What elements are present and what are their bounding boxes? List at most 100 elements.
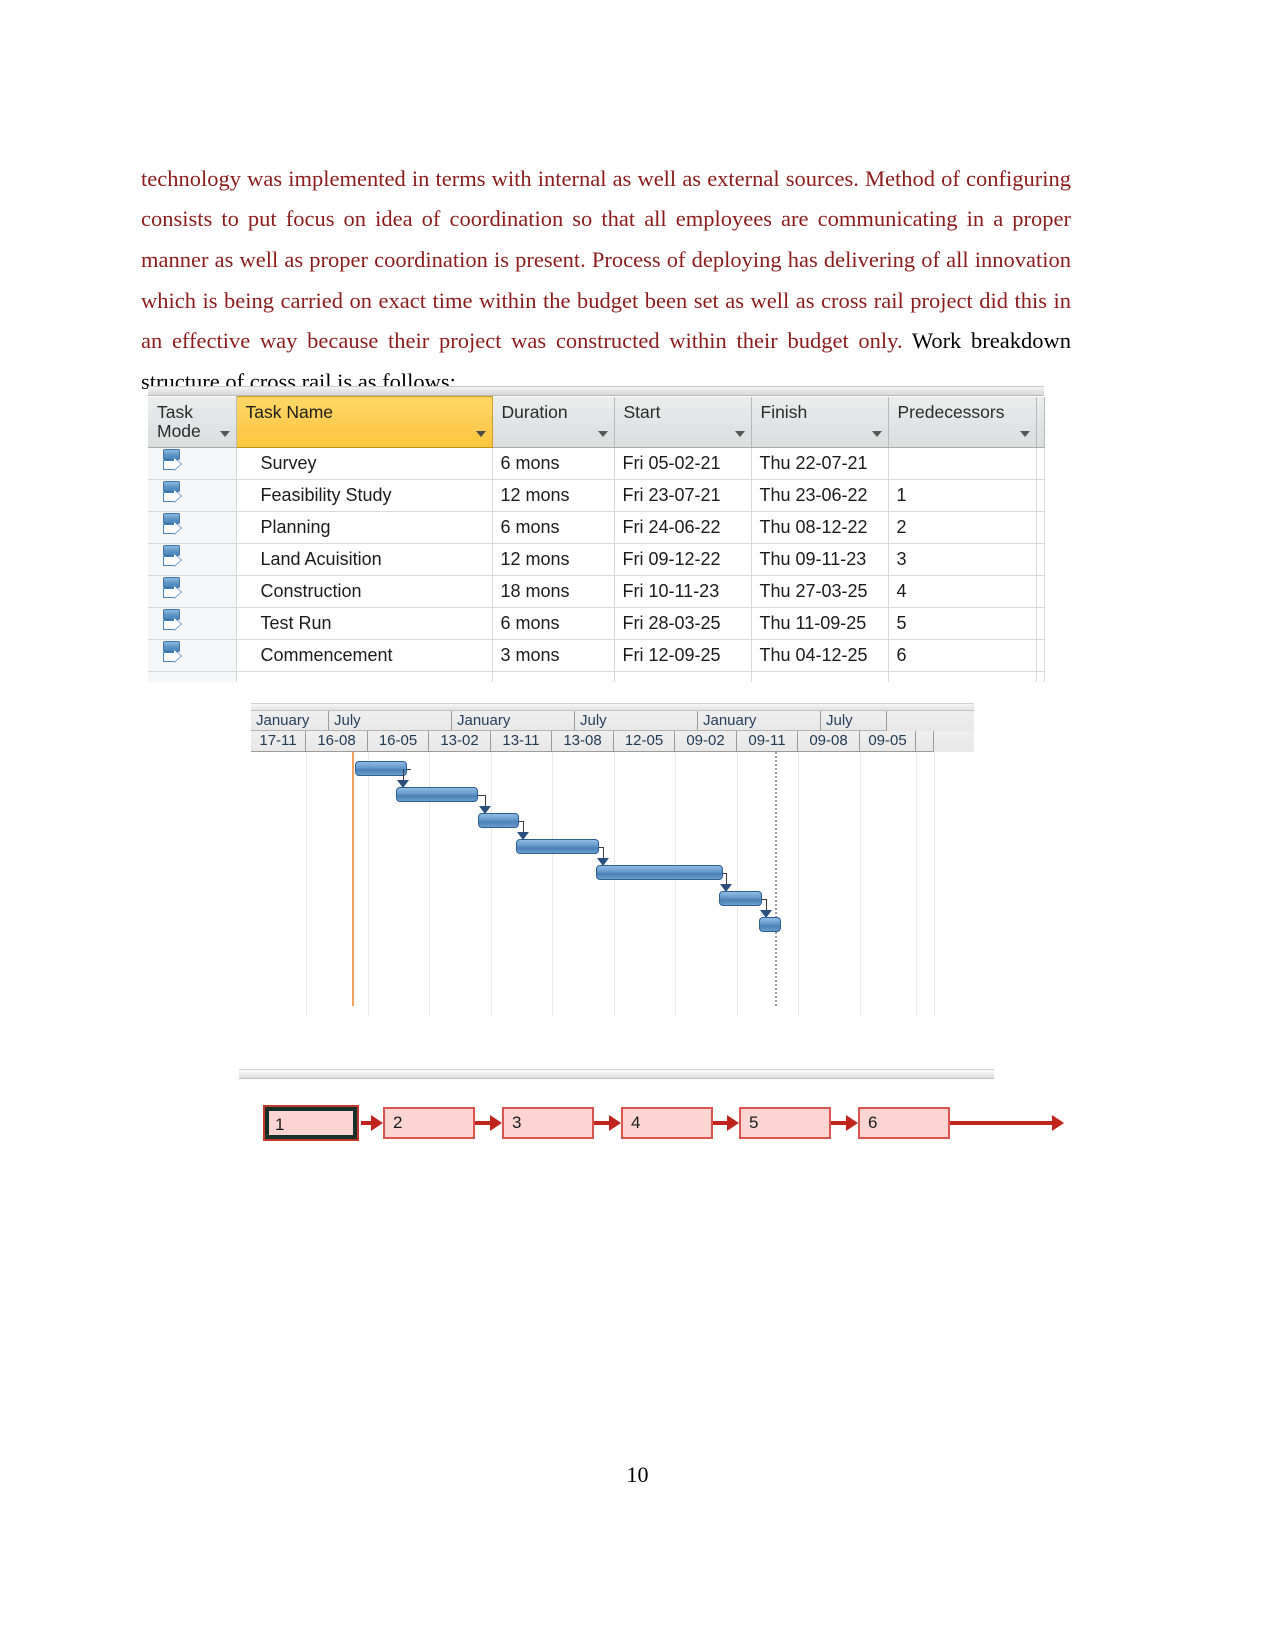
cell-task-mode[interactable] [148,607,237,640]
auto-schedule-icon[interactable] [162,448,184,474]
gantt-bar[interactable] [396,787,478,802]
cell-task-mode[interactable] [148,575,237,608]
auto-schedule-icon[interactable] [162,544,184,570]
cell-finish[interactable]: Thu 27-03-25 [751,575,889,608]
table-row[interactable]: Feasibility Study 12 mons Fri 23-07-21 Thu … [148,479,1045,512]
network-node[interactable]: 2 [383,1107,475,1139]
cell-start[interactable]: Fri 12-09-25 [614,639,752,672]
gantt-gridline [916,752,917,1016]
cell-predecessors[interactable]: 5 [888,607,1037,640]
network-node[interactable]: 5 [739,1107,831,1139]
network-arrow-head-icon [846,1115,858,1131]
network-node[interactable]: 6 [858,1107,950,1139]
task-table: Task Mode Task Name Duration Start Finis… [148,386,1045,682]
cell-duration[interactable]: 12 mons [492,543,615,576]
gantt-gridline [737,752,738,1016]
gantt-gridline [934,752,935,1016]
cell-task-name[interactable]: Planning [236,511,493,544]
cell-finish[interactable]: Thu 22-07-21 [751,447,889,480]
column-header-next-partial[interactable] [1036,396,1045,448]
cell-overflow [1036,479,1045,512]
chevron-down-icon[interactable] [1019,430,1030,437]
gantt-bar[interactable] [355,761,407,776]
chevron-down-icon[interactable] [871,430,882,437]
cell-predecessors[interactable]: 6 [888,639,1037,672]
network-node[interactable]: 4 [621,1107,713,1139]
cell-finish[interactable]: Thu 04-12-25 [751,639,889,672]
cell-task-mode[interactable] [148,447,237,480]
table-row[interactable]: Construction 18 mons Fri 10-11-23 Thu 27-03… [148,575,1045,608]
table-bottom-spacer [148,671,1045,682]
cell-start[interactable]: Fri 24-06-22 [614,511,752,544]
cell-task-mode[interactable] [148,639,237,672]
table-row[interactable]: Test Run 6 mons Fri 28-03-25 Thu 11-09-25 5 [148,607,1045,640]
cell-start[interactable]: Fri 05-02-21 [614,447,752,480]
network-node[interactable]: 3 [502,1107,594,1139]
gantt-gridline [306,752,307,1016]
auto-schedule-icon[interactable] [162,512,184,538]
auto-schedule-icon[interactable] [162,480,184,506]
chevron-down-icon[interactable] [475,430,486,437]
cell-predecessors[interactable]: 3 [888,543,1037,576]
cell-predecessors[interactable]: 2 [888,511,1037,544]
table-row[interactable]: Survey 6 mons Fri 05-02-21 Thu 22-07-21 [148,447,1045,480]
cell-start[interactable]: Fri 10-11-23 [614,575,752,608]
table-row[interactable]: Planning 6 mons Fri 24-06-22 Thu 08-12-22 2 [148,511,1045,544]
gantt-canvas[interactable] [251,752,974,1016]
column-header-task-mode[interactable]: Task Mode [148,396,237,448]
cell-task-name[interactable]: Survey [236,447,493,480]
table-row[interactable]: Commencement 3 mons Fri 12-09-25 Thu 04-12-… [148,639,1045,672]
cell-duration[interactable]: 6 mons [492,447,615,480]
cell-task-mode[interactable] [148,511,237,544]
gantt-bar[interactable] [719,891,762,906]
column-header-duration[interactable]: Duration [492,396,615,448]
table-row[interactable]: Land Acuisition 12 mons Fri 09-12-22 Thu 09… [148,543,1045,576]
gantt-bar[interactable] [759,917,781,932]
column-header-task-name[interactable]: Task Name [235,396,493,448]
cell-predecessors[interactable]: 1 [888,479,1037,512]
chevron-down-icon[interactable] [219,430,230,437]
column-header-predecessors[interactable]: Predecessors [888,396,1037,448]
cell-predecessors[interactable] [888,447,1037,480]
gantt-gridline [675,752,676,1016]
cell-finish[interactable]: Thu 08-12-22 [751,511,889,544]
auto-schedule-icon[interactable] [162,640,184,666]
cell-predecessors[interactable]: 4 [888,575,1037,608]
auto-schedule-icon[interactable] [162,576,184,602]
chevron-down-icon[interactable] [734,430,745,437]
body-paragraph: technology was implemented in terms with… [141,159,1071,403]
network-canvas[interactable]: 123456 [239,1079,1064,1169]
gantt-link-line [407,769,411,770]
cell-start[interactable]: Fri 09-12-22 [614,543,752,576]
cell-finish[interactable]: Thu 09-11-23 [751,543,889,576]
cell-task-name[interactable]: Test Run [236,607,493,640]
cell-task-name[interactable]: Land Acuisition [236,543,493,576]
cell-finish[interactable]: Thu 23-06-22 [751,479,889,512]
cell-task-name[interactable]: Feasibility Study [236,479,493,512]
timeline-minor-cell: 13-11 [491,731,552,752]
cell-task-name[interactable]: Construction [236,575,493,608]
cell-duration[interactable]: 6 mons [492,607,615,640]
auto-schedule-icon[interactable] [162,608,184,634]
cell-task-mode[interactable] [148,543,237,576]
gantt-bar[interactable] [478,813,519,828]
cell-start[interactable]: Fri 23-07-21 [614,479,752,512]
cell-duration[interactable]: 3 mons [492,639,615,672]
column-header-start[interactable]: Start [614,396,752,448]
network-arrow-line [594,1121,609,1125]
gantt-bar[interactable] [596,865,723,880]
cell-duration[interactable]: 12 mons [492,479,615,512]
cell-start[interactable]: Fri 28-03-25 [614,607,752,640]
network-node[interactable]: 1 [263,1105,359,1141]
cell-duration[interactable]: 6 mons [492,511,615,544]
gantt-link-line [478,795,485,796]
cell-finish[interactable]: Thu 11-09-25 [751,607,889,640]
timeline-minor-cell: 17-11 [251,731,306,752]
network-arrow-head-icon [1052,1115,1064,1131]
gantt-bar[interactable] [516,839,599,854]
cell-task-mode[interactable] [148,479,237,512]
cell-task-name[interactable]: Commencement [236,639,493,672]
chevron-down-icon[interactable] [597,430,608,437]
cell-duration[interactable]: 18 mons [492,575,615,608]
column-header-finish[interactable]: Finish [751,396,889,448]
